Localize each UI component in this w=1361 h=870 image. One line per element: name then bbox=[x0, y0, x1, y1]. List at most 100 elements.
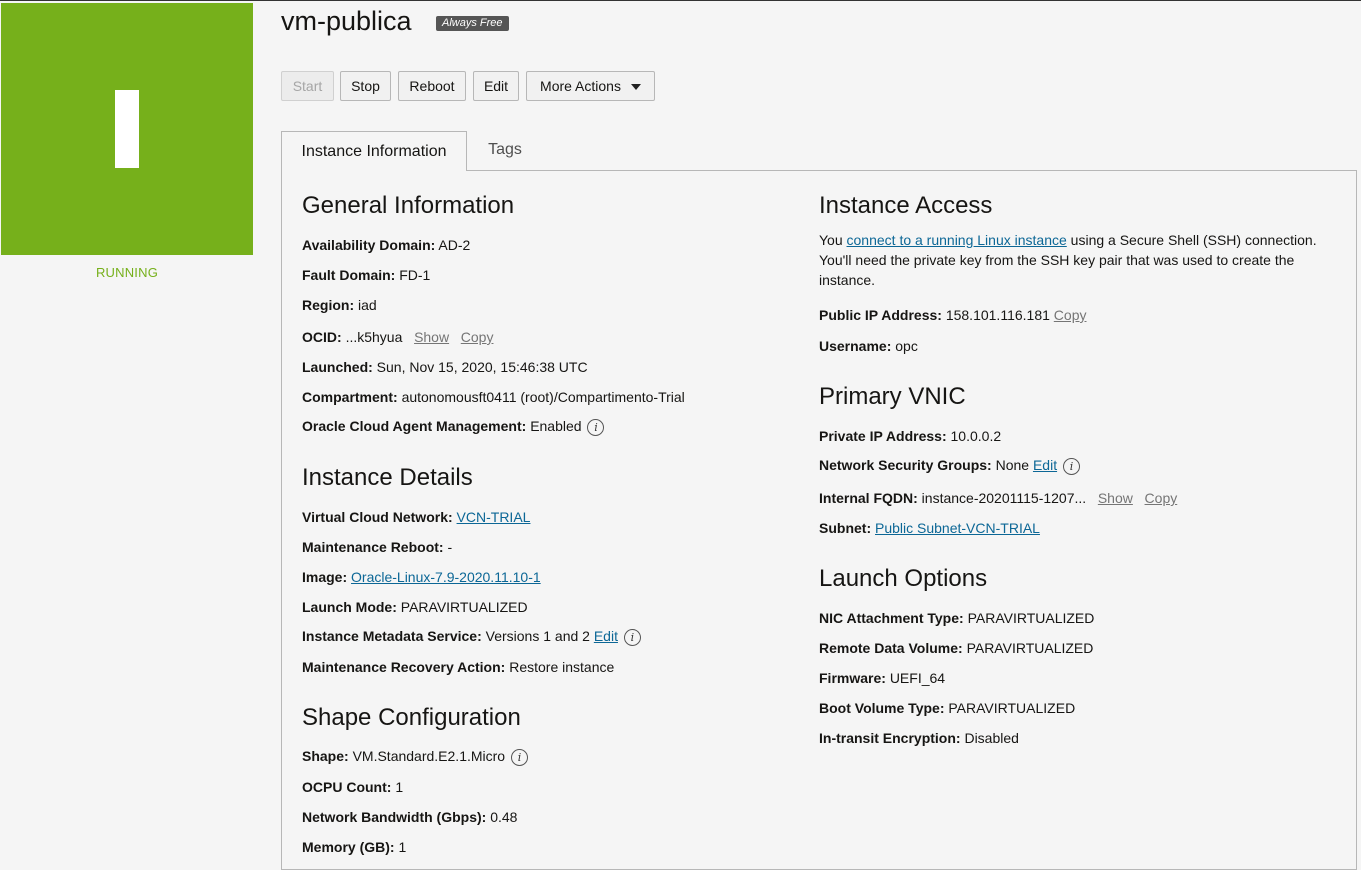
field-label: Availability Domain: bbox=[302, 237, 436, 253]
field-label: Fault Domain: bbox=[302, 267, 396, 283]
ocid-copy-link[interactable]: Copy bbox=[461, 329, 494, 345]
info-icon[interactable]: i bbox=[1062, 457, 1080, 475]
field-label: Virtual Cloud Network: bbox=[302, 509, 453, 525]
access-description: You connect to a running Linux instance … bbox=[819, 230, 1319, 290]
ocid-row: OCID: ...k5hyua Show Copy bbox=[302, 329, 493, 345]
field-label: NIC Attachment Type: bbox=[819, 610, 964, 626]
field-value: Restore instance bbox=[509, 659, 615, 675]
launched-row: Launched: Sun, Nov 15, 2020, 15:46:38 UT… bbox=[302, 359, 588, 375]
shape-row: Shape: VM.Standard.E2.1.Micro i bbox=[302, 748, 528, 766]
access-text-1: You bbox=[819, 232, 847, 248]
page-title: vm-publica bbox=[281, 6, 412, 36]
start-button[interactable]: Start bbox=[281, 71, 334, 101]
info-icon[interactable]: i bbox=[587, 418, 605, 436]
fqdn-copy-link[interactable]: Copy bbox=[1145, 490, 1178, 506]
connect-linux-link[interactable]: connect to a running Linux instance bbox=[847, 232, 1067, 248]
field-label: Image: bbox=[302, 569, 348, 585]
maintenance-reboot-row: Maintenance Reboot: - bbox=[302, 539, 452, 555]
field-label: Launch Mode: bbox=[302, 599, 397, 615]
fqdn-row: Internal FQDN: instance-20201115-1207...… bbox=[819, 490, 1177, 506]
info-icon[interactable]: i bbox=[623, 628, 641, 646]
nsg-edit-link[interactable]: Edit bbox=[1033, 457, 1057, 473]
top-border bbox=[0, 0, 1361, 1]
field-value: Versions 1 and 2 bbox=[485, 628, 590, 644]
field-value: 0.48 bbox=[490, 809, 518, 825]
public-ip-row: Public IP Address: 158.101.116.181 Copy bbox=[819, 307, 1086, 323]
field-value: iad bbox=[358, 297, 377, 313]
ip-copy-link[interactable]: Copy bbox=[1054, 307, 1087, 323]
vcn-row: Virtual Cloud Network: VCN-TRIAL bbox=[302, 509, 530, 525]
field-label: Shape: bbox=[302, 748, 349, 764]
boot-volume-type-row: Boot Volume Type: PARAVIRTUALIZED bbox=[819, 700, 1075, 716]
bandwidth-row: Network Bandwidth (Gbps): 0.48 bbox=[302, 809, 517, 825]
field-value: Enabled bbox=[530, 418, 582, 434]
ocid-show-link[interactable]: Show bbox=[414, 329, 449, 345]
fqdn-show-link[interactable]: Show bbox=[1098, 490, 1133, 506]
field-label: Maintenance Recovery Action: bbox=[302, 659, 506, 675]
field-value: Sun, Nov 15, 2020, 15:46:38 UTC bbox=[376, 359, 588, 375]
nic-attachment-row: NIC Attachment Type: PARAVIRTUALIZED bbox=[819, 610, 1094, 626]
field-label: In-transit Encryption: bbox=[819, 730, 961, 746]
field-label: OCPU Count: bbox=[302, 779, 392, 795]
remote-data-volume-row: Remote Data Volume: PARAVIRTUALIZED bbox=[819, 640, 1093, 656]
field-value: autonomousft0411 (root)/Compartimento-Tr… bbox=[401, 389, 685, 405]
field-value: PARAVIRTUALIZED bbox=[400, 599, 528, 615]
field-label: Subnet: bbox=[819, 520, 872, 536]
shape-configuration-heading: Shape Configuration bbox=[302, 704, 521, 731]
edit-button[interactable]: Edit bbox=[473, 71, 519, 101]
field-label: Boot Volume Type: bbox=[819, 700, 945, 716]
tab-instance-information[interactable]: Instance Information bbox=[281, 131, 467, 171]
field-label: Instance Metadata Service: bbox=[302, 628, 482, 644]
metadata-edit-link[interactable]: Edit bbox=[594, 628, 618, 644]
field-value: 1 bbox=[395, 779, 404, 795]
field-label: Oracle Cloud Agent Management: bbox=[302, 418, 527, 434]
field-value: - bbox=[447, 539, 453, 555]
firmware-row: Firmware: UEFI_64 bbox=[819, 670, 945, 686]
field-label: Compartment: bbox=[302, 389, 398, 405]
reboot-button[interactable]: Reboot bbox=[398, 71, 466, 101]
subnet-link[interactable]: Public Subnet-VCN-TRIAL bbox=[875, 520, 1040, 536]
image-row: Image: Oracle-Linux-7.9-2020.11.10-1 bbox=[302, 569, 541, 585]
launch-mode-row: Launch Mode: PARAVIRTUALIZED bbox=[302, 599, 528, 615]
field-value: UEFI_64 bbox=[889, 670, 946, 686]
compartment-row: Compartment: autonomousft0411 (root)/Com… bbox=[302, 389, 685, 405]
username-row: Username: opc bbox=[819, 338, 918, 354]
image-link[interactable]: Oracle-Linux-7.9-2020.11.10-1 bbox=[351, 569, 541, 585]
info-icon[interactable]: i bbox=[510, 748, 528, 766]
general-information-heading: General Information bbox=[302, 192, 515, 219]
field-label: Network Bandwidth (Gbps): bbox=[302, 809, 487, 825]
field-value: PARAVIRTUALIZED bbox=[967, 610, 1095, 626]
ocpu-row: OCPU Count: 1 bbox=[302, 779, 403, 795]
field-label: Launched: bbox=[302, 359, 373, 375]
more-actions-button[interactable]: More Actions bbox=[526, 71, 655, 101]
region-row: Region: iad bbox=[302, 297, 377, 313]
stop-button[interactable]: Stop bbox=[340, 71, 391, 101]
launch-options-heading: Launch Options bbox=[819, 565, 988, 592]
field-value: None bbox=[995, 457, 1030, 473]
availability-domain-row: Availability Domain: AD-2 bbox=[302, 237, 470, 253]
field-label: Network Security Groups: bbox=[819, 457, 992, 473]
more-actions-label: More Actions bbox=[540, 78, 621, 94]
caret-down-icon bbox=[630, 84, 641, 91]
agent-management-row: Oracle Cloud Agent Management: Enabled i bbox=[302, 418, 605, 436]
in-transit-encryption-row: In-transit Encryption: Disabled bbox=[819, 730, 1019, 746]
field-label: Private IP Address: bbox=[819, 428, 947, 444]
tab-tags[interactable]: Tags bbox=[468, 131, 542, 169]
field-label: OCID: bbox=[302, 329, 342, 345]
field-value: 1 bbox=[398, 839, 407, 855]
field-label: Firmware: bbox=[819, 670, 886, 686]
field-value: PARAVIRTUALIZED bbox=[948, 700, 1076, 716]
field-value: 158.101.116.181 bbox=[945, 307, 1050, 323]
primary-vnic-heading: Primary VNIC bbox=[819, 383, 966, 410]
always-free-badge: Always Free bbox=[436, 16, 509, 31]
field-value: VM.Standard.E2.1.Micro bbox=[352, 748, 506, 764]
field-value: ...k5hyua bbox=[345, 329, 403, 345]
metadata-service-row: Instance Metadata Service: Versions 1 an… bbox=[302, 628, 641, 646]
instance-details-heading: Instance Details bbox=[302, 464, 473, 491]
field-label: Username: bbox=[819, 338, 892, 354]
vcn-link[interactable]: VCN-TRIAL bbox=[457, 509, 531, 525]
field-value: FD-1 bbox=[399, 267, 431, 283]
field-label: Public IP Address: bbox=[819, 307, 942, 323]
field-value: PARAVIRTUALIZED bbox=[966, 640, 1094, 656]
field-label: Maintenance Reboot: bbox=[302, 539, 444, 555]
